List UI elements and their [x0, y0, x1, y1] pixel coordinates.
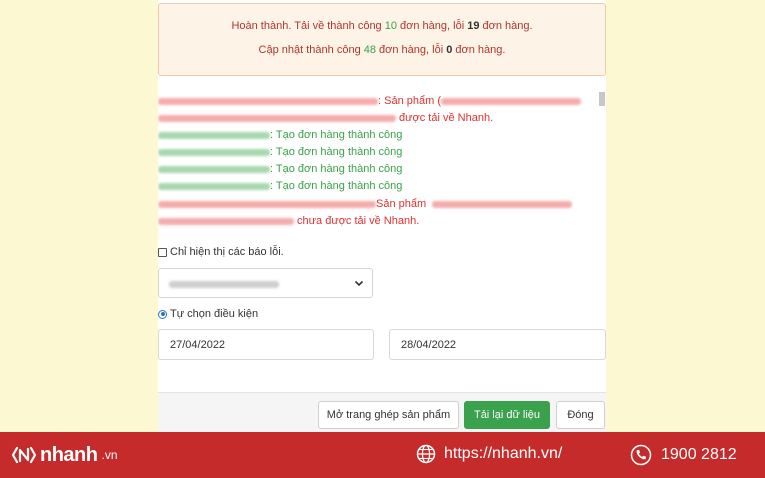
- log-entry: được tải về Nhanh.: [158, 112, 493, 124]
- redacted-order-id: [158, 148, 270, 156]
- redacted-order-id: [158, 131, 270, 139]
- log-entry: : Tạo đơn hàng thành công: [158, 146, 402, 158]
- log-entry: : Tạo đơn hàng thành công: [158, 163, 402, 175]
- chevron-down-icon: [354, 280, 364, 287]
- globe-icon: [416, 444, 436, 464]
- redacted-order-id: [158, 165, 270, 173]
- redacted-product: [158, 217, 294, 225]
- downloaded-count: 10: [384, 20, 397, 32]
- nhanh-logo-icon: [12, 446, 36, 464]
- close-button[interactable]: Đóng: [556, 401, 605, 429]
- date-to-input[interactable]: 28/04/2022: [389, 329, 606, 360]
- reload-data-button[interactable]: Tải lại dữ liệu: [464, 401, 550, 429]
- open-product-mapping-button[interactable]: Mở trang ghép sản phẩm: [318, 401, 459, 429]
- log-entry: Sản phẩm: [158, 198, 573, 210]
- redacted-product: [440, 97, 581, 105]
- phone-icon: [630, 444, 652, 466]
- log-entry: : Tạo đơn hàng thành công: [158, 180, 402, 192]
- nhanh-logo: nhanh .vn: [12, 443, 118, 467]
- redacted-order-id: [158, 182, 270, 190]
- download-error-count: 19: [467, 20, 480, 32]
- redacted-product: [158, 114, 396, 122]
- brand-footer-bar: nhanh .vn https://nhanh.vn/ 1900 2812: [0, 432, 765, 478]
- log-entry: chưa được tải về Nhanh.: [158, 215, 419, 227]
- custom-condition-radio[interactable]: Tự chọn điều kiện: [158, 308, 258, 320]
- website-link[interactable]: https://nhanh.vn/: [416, 444, 562, 464]
- hotline[interactable]: 1900 2812: [630, 444, 737, 466]
- sync-result-modal: Hoàn thành. Tải về thành công 10 đơn hàn…: [158, 0, 606, 432]
- updated-count: 48: [363, 44, 376, 56]
- errors-only-checkbox[interactable]: Chỉ hiện thị các báo lỗi.: [158, 246, 284, 258]
- store-select[interactable]: [158, 268, 373, 298]
- update-summary: Cập nhật thành công 48 đơn hàng, lỗi 0 đ…: [258, 44, 506, 56]
- download-summary: Hoàn thành. Tải về thành công 10 đơn hàn…: [231, 20, 533, 32]
- checkbox[interactable]: [158, 247, 167, 257]
- redacted-product: [432, 200, 573, 208]
- result-log: : Sản phẩm ( được tải về Nhanh. : Tạo đơ…: [158, 90, 606, 236]
- redacted-order-id: [158, 200, 376, 208]
- log-entry: : Tạo đơn hàng thành công: [158, 129, 402, 141]
- redacted-order-id: [158, 97, 378, 105]
- log-entry: : Sản phẩm (: [158, 95, 581, 107]
- redacted-store-name: [169, 281, 279, 288]
- date-from-input[interactable]: 27/04/2022: [158, 329, 374, 360]
- radio-button[interactable]: [158, 309, 167, 319]
- modal-footer: Mở trang ghép sản phẩm Tải lại dữ liệu Đ…: [158, 392, 606, 432]
- log-scrollbar[interactable]: [599, 92, 605, 106]
- result-alert: Hoàn thành. Tải về thành công 10 đơn hàn…: [158, 3, 606, 76]
